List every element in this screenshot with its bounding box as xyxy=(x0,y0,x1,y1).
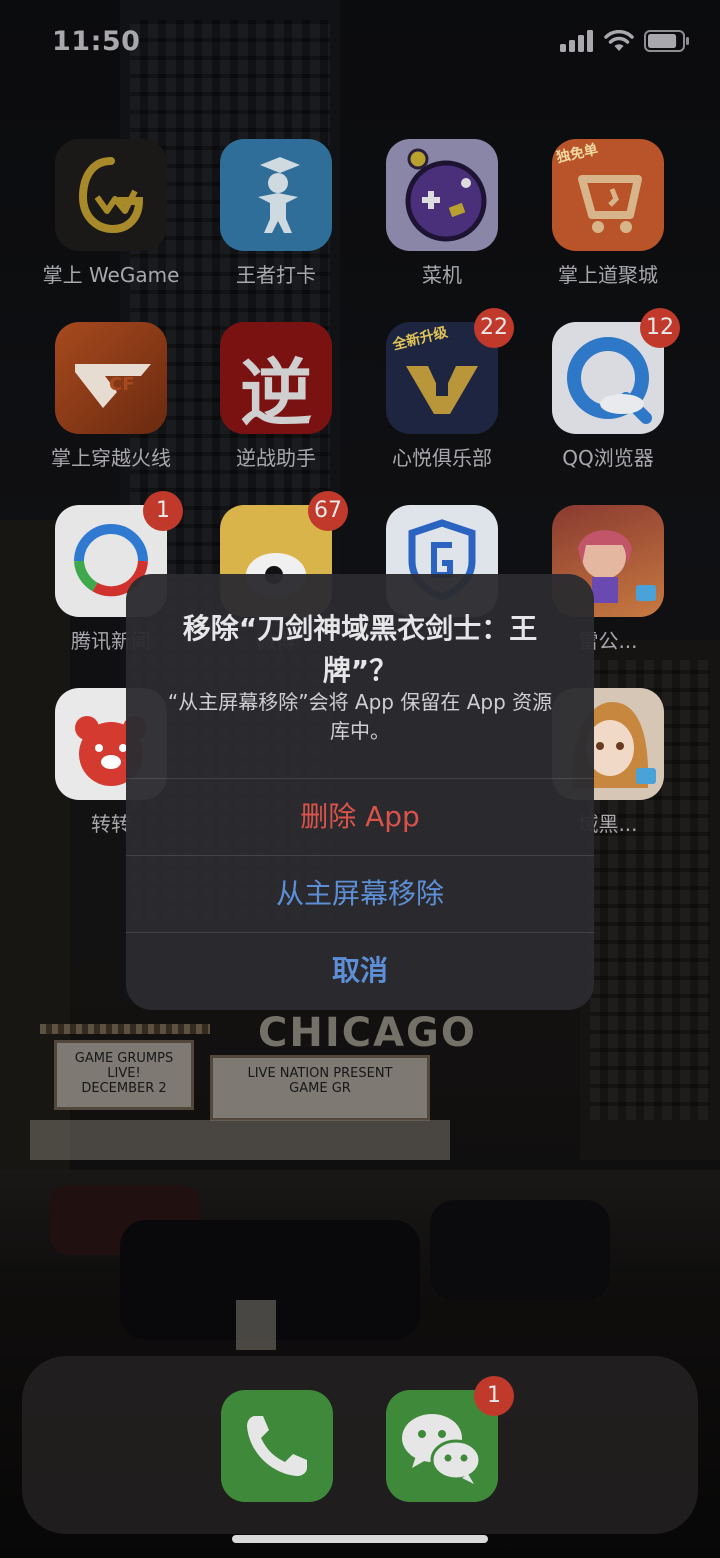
app-label: QQ浏览器 xyxy=(562,446,654,470)
app-label: 掌上道聚城 xyxy=(558,263,658,287)
notification-badge: 12 xyxy=(640,308,680,348)
cellular-signal-icon xyxy=(560,30,594,56)
app-label: 掌上穿越火线 xyxy=(51,446,171,470)
app-icon-tile: 独免单 xyxy=(552,139,664,251)
app-icon-tile xyxy=(220,139,332,251)
app-phone[interactable] xyxy=(202,1390,352,1502)
nizhan-logo-icon: 逆 xyxy=(220,322,332,434)
battery-icon xyxy=(644,30,690,56)
app-icon-tile xyxy=(55,139,167,251)
alert-message: “从主屏幕移除”会将 App 保留在 App 资源库中。 xyxy=(167,690,553,743)
app-wegame[interactable]: 掌上 WeGame xyxy=(36,139,186,288)
gamepad-icon xyxy=(386,139,498,251)
app-label: 掌上 WeGame xyxy=(42,263,180,287)
icon-text: CF xyxy=(109,374,135,395)
app-caiji[interactable]: 菜机 xyxy=(367,139,517,288)
app-label: 菜机 xyxy=(422,263,462,287)
app-icon-tile: 12 xyxy=(552,308,680,434)
app-icon-tile: 逆 xyxy=(220,322,332,434)
dock: 1 xyxy=(22,1356,698,1534)
alert-title: 移除“刀剑神域黑衣剑士：王牌”？ xyxy=(182,612,538,687)
notification-badge: 67 xyxy=(308,491,348,531)
app-icon-tile xyxy=(221,1390,333,1502)
app-qqbrowser[interactable]: 12 QQ浏览器 xyxy=(533,308,683,471)
app-wangzhe-daka[interactable]: 王者打卡 xyxy=(201,139,351,288)
student-figure-icon xyxy=(220,139,332,251)
status-bar: 11:50 xyxy=(0,0,720,90)
status-time: 11:50 xyxy=(52,26,141,57)
app-label: 王者打卡 xyxy=(236,263,316,287)
cancel-button[interactable]: 取消 xyxy=(126,932,594,1009)
wifi-icon xyxy=(604,29,634,56)
app-icon-tile: CF xyxy=(55,322,167,434)
delete-app-button[interactable]: 删除 App xyxy=(126,778,594,855)
shopping-cart-icon: 独免单 xyxy=(552,139,664,251)
remove-app-alert: 移除“刀剑神域黑衣剑士：王牌”？ “从主屏幕移除”会将 App 保留在 App … xyxy=(126,574,594,1010)
notification-badge: 22 xyxy=(474,308,514,348)
app-xinyue[interactable]: 全新升级 22 心悦俱乐部 xyxy=(367,308,517,471)
app-icon-tile: 1 xyxy=(386,1376,514,1502)
app-icon-tile xyxy=(386,139,498,251)
status-icons xyxy=(560,29,690,56)
app-icon-tile: 全新升级 22 xyxy=(386,308,514,434)
home-indicator[interactable] xyxy=(232,1535,488,1543)
notification-badge: 1 xyxy=(143,491,183,531)
cf-logo-icon: CF xyxy=(55,322,167,434)
remove-from-home-button[interactable]: 从主屏幕移除 xyxy=(126,855,594,932)
wegame-icon xyxy=(55,139,167,251)
notification-badge: 1 xyxy=(474,1376,514,1416)
icon-text: 逆 xyxy=(239,351,312,434)
app-nizhan[interactable]: 逆 逆战助手 xyxy=(201,322,351,471)
phone-handset-icon xyxy=(221,1390,333,1502)
app-label: 逆战助手 xyxy=(236,446,316,470)
app-cf[interactable]: CF 掌上穿越火线 xyxy=(36,322,186,471)
app-wechat[interactable]: 1 xyxy=(367,1376,517,1502)
app-label: 心悦俱乐部 xyxy=(392,446,492,470)
app-daojucheng[interactable]: 独免单 掌上道聚城 xyxy=(533,139,683,288)
